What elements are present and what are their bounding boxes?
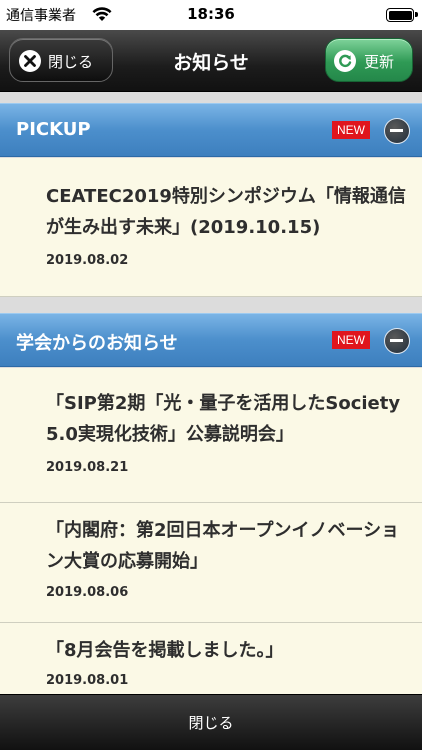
battery-icon [386, 8, 418, 22]
new-badge: NEW [332, 331, 370, 349]
item-date: 2019.08.02 [46, 253, 129, 268]
item-title: 「内閣府：第2回日本オープンイノベーション大賞の応募開始」 [46, 520, 400, 572]
item-date: 2019.08.21 [46, 460, 129, 475]
navigation-bar: 閉じる お知らせ 更新 [0, 30, 422, 92]
list-item[interactable]: CEATEC2019特別シンポジウム「情報通信が生み出す未来」(2019.10.… [0, 158, 422, 297]
item-date: 2019.08.06 [46, 585, 129, 600]
news-list[interactable]: PICKUP NEW CEATEC2019特別シンポジウム「情報通信が生み出す未… [0, 93, 422, 694]
item-title: 「8月会告を掲載しました。」 [46, 640, 284, 661]
section-title: PICKUP [16, 119, 91, 140]
new-badge: NEW [332, 121, 370, 139]
bottom-toolbar[interactable]: 閉じる [0, 694, 422, 750]
list-item[interactable]: 「内閣府：第2回日本オープンイノベーション大賞の応募開始」 2019.08.06 [0, 503, 422, 623]
section-header-society-news[interactable]: 学会からのお知らせ NEW [0, 313, 422, 367]
list-item[interactable]: 「8月会告を掲載しました。」 2019.08.01 [0, 623, 422, 694]
collapse-icon[interactable] [384, 118, 410, 144]
item-title: CEATEC2019特別シンポジウム「情報通信が生み出す未来」(2019.10.… [46, 186, 406, 238]
clock: 18:36 [187, 5, 235, 23]
refresh-button[interactable]: 更新 [325, 38, 413, 82]
item-date: 2019.08.01 [46, 673, 129, 688]
collapse-icon[interactable] [384, 328, 410, 354]
item-title: 「SIP第2期「光・量子を活用したSociety 5.0実現化技術」公募説明会」 [46, 393, 401, 445]
refresh-button-label: 更新 [364, 53, 395, 71]
bottom-close-button[interactable]: 閉じる [0, 712, 422, 733]
status-bar: 通信事業者 18:36 [0, 0, 422, 30]
section-header-pickup[interactable]: PICKUP NEW [0, 103, 422, 157]
section-title: 学会からのお知らせ [16, 333, 178, 354]
list-item[interactable]: 「SIP第2期「光・量子を活用したSociety 5.0実現化技術」公募説明会」… [0, 368, 422, 503]
refresh-icon [334, 50, 356, 72]
